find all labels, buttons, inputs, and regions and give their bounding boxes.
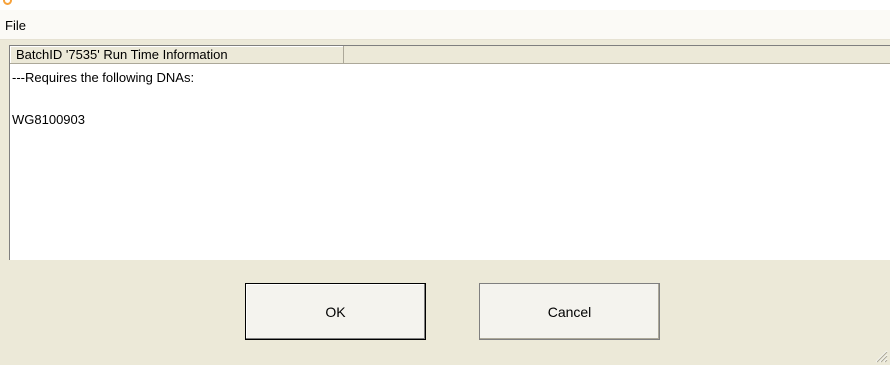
info-line-blank — [12, 88, 890, 109]
menu-file[interactable]: File — [5, 18, 26, 33]
info-line-dna-id: WG8100903 — [12, 112, 85, 127]
info-text-area[interactable]: ---Requires the following DNAs: WG810090… — [10, 64, 890, 260]
run-time-info-panel: BatchID '7535' Run Time Information ---R… — [9, 45, 890, 260]
menu-bar: File — [0, 10, 890, 40]
column-header-run-time-info[interactable]: BatchID '7535' Run Time Information — [10, 46, 344, 63]
list-header: BatchID '7535' Run Time Information — [10, 46, 890, 64]
cancel-button[interactable]: Cancel — [479, 283, 660, 340]
resize-grip-icon[interactable] — [875, 350, 888, 363]
info-line-requires: ---Requires the following DNAs: — [12, 70, 195, 85]
app-icon — [3, 0, 12, 5]
title-bar — [0, 0, 890, 10]
ok-button[interactable]: OK — [245, 283, 426, 340]
